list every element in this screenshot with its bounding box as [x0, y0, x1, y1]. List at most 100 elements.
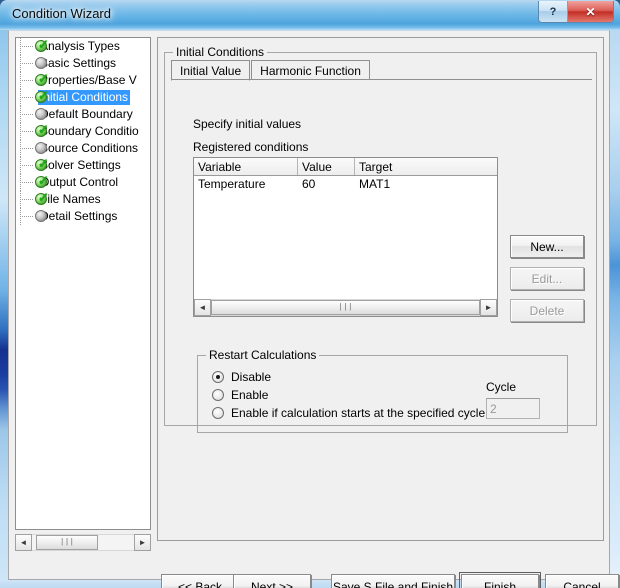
radio-enable-if-specified-cycle[interactable]: Enable if calculation starts at the spec…: [212, 406, 485, 420]
window-frame-left: [0, 30, 8, 588]
tree-connector-dash: [20, 114, 34, 115]
specify-initial-values-label: Specify initial values: [193, 117, 302, 131]
cycle-input[interactable]: [486, 398, 540, 419]
help-button[interactable]: ?: [539, 1, 568, 22]
dialog-client-area: ✓ Analysis Types Basic Settings ✓ Properties…: [8, 30, 619, 588]
radio-indicator-icon: [212, 371, 224, 383]
tree-item-label: Solver Settings: [40, 158, 121, 172]
registered-conditions-label: Registered conditions: [193, 140, 309, 154]
checkmark-icon: ✓: [38, 37, 49, 52]
finish-button[interactable]: Finish: [459, 572, 541, 588]
tree-item-label: Source Conditions: [40, 141, 139, 155]
table-column-header[interactable]: Target: [355, 158, 497, 175]
next-button[interactable]: Next >>: [233, 574, 311, 588]
tree-connector-dash: [20, 216, 34, 217]
tree-item-solver-settings[interactable]: ✓ Solver Settings: [16, 157, 150, 174]
tree-item-analysis-types[interactable]: ✓ Analysis Types: [16, 38, 150, 55]
checkmark-icon: ✓: [38, 88, 49, 103]
radio-enable[interactable]: Enable: [212, 388, 268, 402]
window-controls: ? ✕: [538, 1, 614, 23]
tree-item-detail-settings[interactable]: Detail Settings: [16, 208, 150, 225]
delete-button[interactable]: Delete: [510, 299, 584, 322]
tree-horizontal-scrollbar[interactable]: ◄ ||| ►: [15, 534, 151, 551]
radio-disable[interactable]: Disable: [212, 370, 271, 384]
step-pending-icon: [35, 57, 48, 70]
tree-item-file-names[interactable]: ✓ File Names: [16, 191, 150, 208]
step-complete-icon: ✓: [35, 156, 49, 172]
tree-connector-dash: [20, 97, 34, 98]
table-cell: 60: [302, 177, 316, 191]
radio-disable-label: Disable: [231, 370, 272, 384]
status-sphere-icon: [35, 57, 47, 69]
status-sphere-icon: [35, 210, 47, 222]
restart-calculations-group: Restart Calculations Disable Enable Enab…: [197, 348, 568, 433]
checkmark-icon: ✓: [38, 156, 49, 171]
table-cell: MAT1: [359, 177, 391, 191]
tree-item-label: Initial Conditions: [38, 90, 131, 105]
table-scroll-thumb[interactable]: |||: [211, 300, 480, 315]
step-pending-icon: [35, 108, 48, 121]
radio-enable-label: Enable: [231, 388, 269, 402]
tab-label: Initial Value: [180, 63, 242, 78]
save-s-file-and-finish-button[interactable]: Save S File and Finish: [331, 574, 455, 588]
window-title: Condition Wizard: [12, 6, 111, 21]
tree-item-basic-settings[interactable]: Basic Settings: [16, 55, 150, 72]
scroll-thumb-grip: |||: [338, 303, 353, 312]
cycle-label: Cycle: [486, 380, 517, 394]
back-button[interactable]: << Back: [161, 574, 239, 588]
radio-indicator-icon: [212, 389, 224, 401]
tab-strip: Initial Value Harmonic Function: [171, 59, 370, 81]
step-pending-icon: [35, 142, 48, 155]
tree-connector-dash: [20, 63, 34, 64]
tree-connector-dash: [20, 182, 34, 183]
status-sphere-icon: [35, 108, 47, 120]
tree-connector-dash: [20, 199, 34, 200]
edit-button[interactable]: Edit...: [510, 267, 584, 290]
wizard-step-tree[interactable]: ✓ Analysis Types Basic Settings ✓ Properties…: [15, 37, 151, 530]
tree-item-label: Properties/Base V: [40, 73, 137, 87]
tree-item-label: Output Control: [40, 175, 119, 189]
step-complete-icon: ✓: [35, 190, 49, 206]
tab-initial-value[interactable]: Initial Value: [171, 60, 251, 81]
table-header-row: Variable Value Target: [194, 158, 497, 176]
window-frame-right: [610, 30, 620, 588]
tab-harmonic-function[interactable]: Harmonic Function: [251, 60, 370, 80]
title-bar[interactable]: Condition Wizard ? ✕: [0, 0, 620, 30]
tree-scroll-track[interactable]: |||: [32, 534, 134, 551]
tree-scroll-thumb[interactable]: |||: [36, 535, 98, 550]
tree-item-properties-base-v[interactable]: ✓ Properties/Base V: [16, 72, 150, 89]
tree-connector-dash: [20, 131, 34, 132]
close-icon[interactable]: ✕: [568, 1, 613, 22]
table-scroll-track[interactable]: |||: [211, 299, 480, 316]
table-cell: Temperature: [198, 177, 266, 191]
scroll-right-icon[interactable]: ►: [480, 299, 497, 316]
tree-item-default-boundary[interactable]: Default Boundary: [16, 106, 150, 123]
initial-conditions-group-title: Initial Conditions: [173, 45, 268, 59]
tree-item-label: Basic Settings: [40, 56, 117, 70]
tree-connector-dash: [20, 148, 34, 149]
step-complete-icon: ✓: [35, 37, 49, 53]
tab-label: Harmonic Function: [260, 63, 361, 78]
tree-item-output-control[interactable]: ✓ Output Control: [16, 174, 150, 191]
cancel-button[interactable]: Cancel: [545, 574, 619, 588]
status-sphere-icon: [35, 142, 47, 154]
table-column-header[interactable]: Variable: [194, 158, 298, 175]
tree-item-initial-conditions[interactable]: ✓ Initial Conditions: [16, 89, 150, 106]
registered-conditions-table[interactable]: Variable Value Target Temperature 60 MAT1 ◄ …: [193, 157, 498, 317]
tree-item-label: Detail Settings: [40, 209, 118, 223]
checkmark-icon: ✓: [38, 190, 49, 205]
scroll-left-icon[interactable]: ◄: [15, 534, 32, 551]
tree-item-label: Default Boundary: [40, 107, 133, 121]
scroll-right-icon[interactable]: ►: [134, 534, 151, 551]
radio-enable-cycle-label: Enable if calculation starts at the spec…: [231, 406, 486, 420]
checkmark-icon: ✓: [38, 173, 49, 188]
step-content-panel: Initial Conditions Initial Value Harmonic…: [157, 37, 604, 541]
new-button[interactable]: New...: [510, 235, 584, 258]
table-row[interactable]: Temperature 60 MAT1: [194, 176, 497, 192]
table-body[interactable]: Temperature 60 MAT1: [194, 176, 497, 192]
table-horizontal-scrollbar[interactable]: ◄ ||| ►: [194, 299, 497, 316]
tree-item-boundary-conditio[interactable]: ✓ Boundary Conditio: [16, 123, 150, 140]
scroll-left-icon[interactable]: ◄: [194, 299, 211, 316]
tree-item-source-conditions[interactable]: Source Conditions: [16, 140, 150, 157]
table-column-header[interactable]: Value: [298, 158, 355, 175]
